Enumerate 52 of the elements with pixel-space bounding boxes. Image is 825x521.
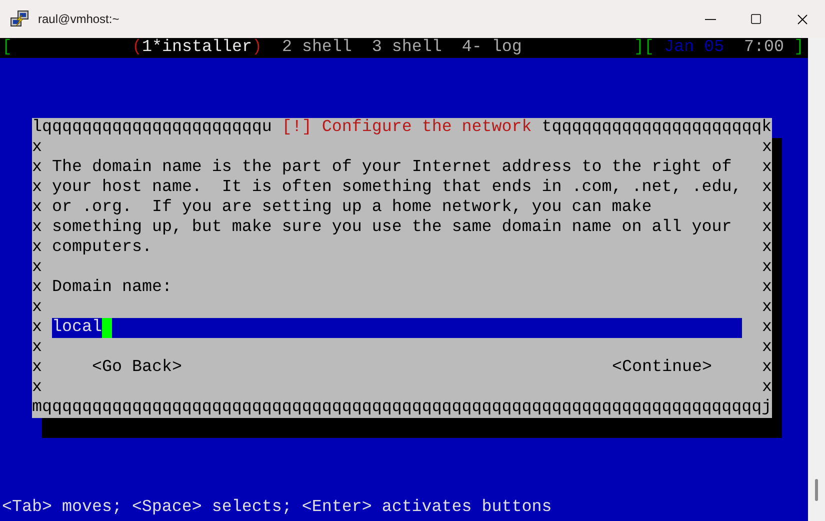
scrollbar-thumb[interactable] (815, 479, 818, 501)
bracket: ][ (634, 38, 654, 58)
border-line: x (762, 318, 772, 338)
maximize-icon (750, 13, 762, 25)
border-line: x (32, 238, 42, 258)
border-line: x (32, 338, 42, 358)
border-line: mqqqqqqqqqqqqqqqqqqqqqqqqqqqqqqqqqqqqqqqqqqqqqqqqqqqqqqqqqqqqqqqqqqqqqqqqj (32, 398, 772, 417)
border-line: x (762, 278, 772, 298)
bracket: [ (2, 38, 12, 58)
border-line: x (762, 178, 772, 198)
domain-input[interactable]: local (52, 318, 742, 338)
border-line: x (32, 318, 42, 338)
border-line: x (32, 138, 42, 158)
border-line: x (762, 378, 772, 398)
bracket: ] (794, 38, 804, 58)
border-line: x (32, 198, 42, 218)
border-line: x (32, 258, 42, 278)
border-line: x (762, 358, 772, 378)
border-line: x (32, 158, 42, 178)
terminal-computers-icon (10, 9, 30, 29)
window-tab[interactable]: 2 shell (282, 38, 352, 58)
text-cursor (102, 318, 112, 338)
border-line: x (762, 218, 772, 238)
window-tab[interactable]: 3 shell (372, 38, 442, 58)
minimize-icon (704, 18, 716, 20)
border-line: x (32, 298, 42, 318)
border-line: x (762, 198, 772, 218)
border-line: x (32, 378, 42, 398)
border-line: x (32, 278, 42, 298)
window-tab[interactable]: (1*installer) (132, 38, 262, 58)
description-text: The domain name is the part of your Internet address to the right of your host name. It is often something that ends in .com, .net, .edu, or .org. If you are setting up a home network, you can make something up, but make sure you use the same domain name on all your computers. (52, 158, 743, 258)
border-line: lqqqqqqqqqqqqqqqqqqqqqqu (32, 118, 272, 138)
border-line: x (762, 138, 772, 158)
field-label: Domain name: (52, 278, 172, 298)
clock-text: 7:00 (744, 38, 784, 58)
window-tab[interactable]: 4- log (462, 38, 522, 58)
border-line: x (762, 158, 772, 178)
border-line: tqqqqqqqqqqqqqqqqqqqqqk (542, 118, 772, 138)
border-line: x (762, 298, 772, 318)
border-line: x (762, 338, 772, 358)
border-line: x (762, 238, 772, 258)
dialog-title: [!] Configure the network (282, 118, 532, 138)
border-line: x (32, 358, 42, 378)
border-line: x (32, 218, 42, 238)
border-line: x (762, 258, 772, 278)
help-text: <Tab> moves; <Space> selects; <Enter> activates buttons (2, 498, 552, 517)
go-back-button[interactable]: <Go Back> (92, 358, 182, 378)
continue-button[interactable]: <Continue> (612, 358, 712, 378)
border-line: x (32, 178, 42, 198)
window-title: raul@vmhost:~ (38, 11, 120, 28)
date-text: Jan 05 (664, 38, 724, 58)
scrollbar[interactable] (808, 38, 825, 521)
